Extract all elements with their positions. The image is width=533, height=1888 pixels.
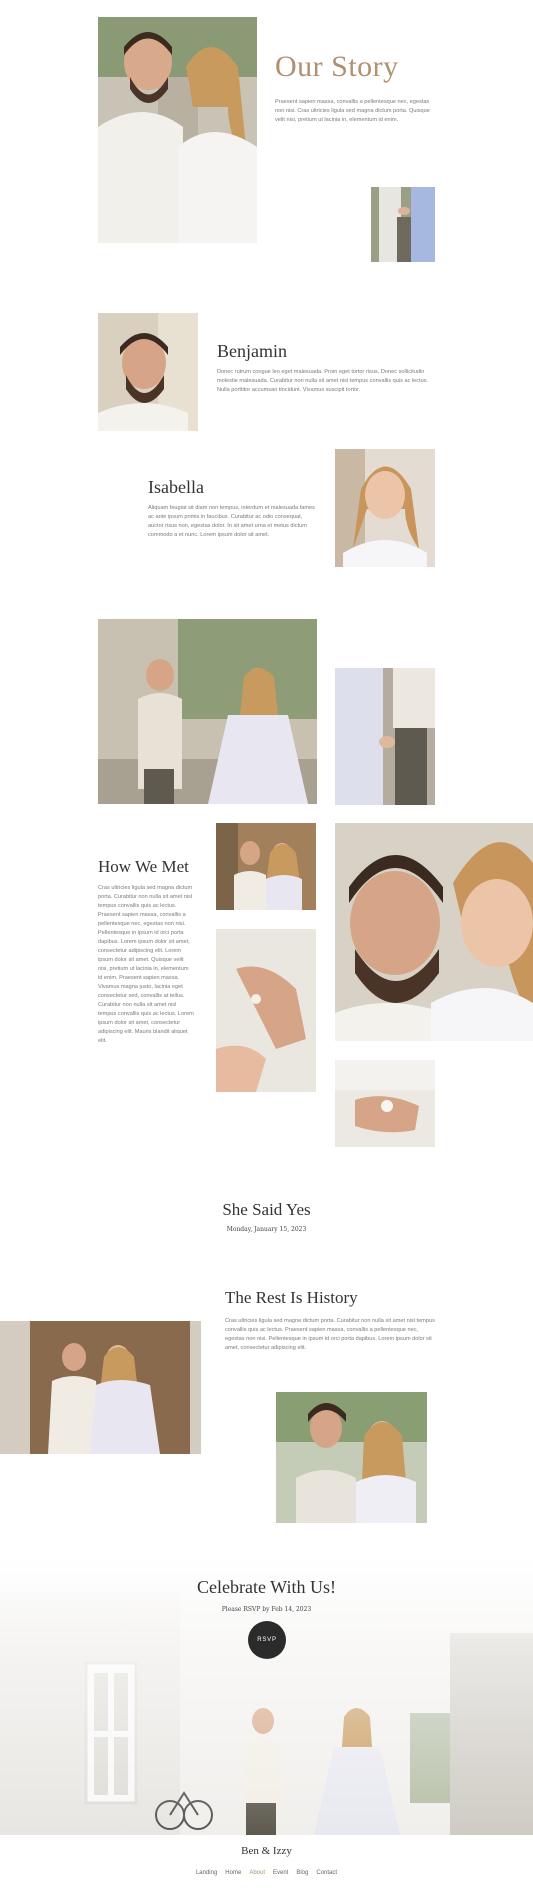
- rsvp-button-label: RSVP: [257, 1637, 277, 1643]
- our-story-title: Our Story: [275, 50, 399, 83]
- footer-nav-blog[interactable]: Blog: [296, 1870, 308, 1876]
- ring-hands-photo: [216, 929, 316, 1092]
- footer-nav-about[interactable]: About: [249, 1870, 265, 1876]
- how-we-met-title: How We Met: [98, 857, 189, 876]
- celebrate-subtitle: Please RSVP by Feb 14, 2023: [221, 1606, 312, 1613]
- footer: Ben & Izzy Landing Home About Event Blog…: [0, 1835, 533, 1888]
- footer-brand[interactable]: Ben & Izzy: [0, 1845, 533, 1857]
- flower-hands-photo: [335, 1060, 435, 1147]
- couple-closeup-photo: [335, 823, 533, 1041]
- rest-is-history-title: The Rest Is History: [225, 1288, 358, 1307]
- footer-nav-contact[interactable]: Contact: [316, 1870, 337, 1876]
- couple-smiling-photo: [216, 823, 316, 910]
- how-we-met-paragraph-2: Vivamus magna justo, lacinia eget consec…: [98, 984, 194, 1044]
- rest-is-history-text: Cras ultricies ligula sed magna dictum p…: [225, 1318, 435, 1351]
- rsvp-button[interactable]: RSVP: [248, 1621, 286, 1659]
- couple-hero-photo: [98, 17, 257, 243]
- couple-seated-photo: [0, 1321, 201, 1454]
- our-story-text: Praesent sapien massa, convallis a pelle…: [275, 99, 430, 123]
- how-we-met-paragraph-1: Cras ultricies ligula sed magna dictum p…: [98, 885, 193, 981]
- footer-nav-event[interactable]: Event: [273, 1870, 288, 1876]
- isabella-name: Isabella: [148, 477, 204, 497]
- celebrate-title: Celebrate With Us!: [197, 1577, 336, 1597]
- footer-nav-home[interactable]: Home: [225, 1870, 241, 1876]
- footer-nav: Landing Home About Event Blog Contact: [0, 1870, 533, 1876]
- benjamin-text: Donec rutrum congue leo eget malesuada. …: [217, 369, 429, 393]
- holding-hands-photo: [371, 187, 435, 262]
- couple-hands-photo: [335, 668, 435, 805]
- benjamin-photo: [98, 313, 198, 431]
- she-said-yes-date: Monday, January 15, 2023: [226, 1226, 307, 1233]
- she-said-yes-title: She Said Yes: [222, 1200, 311, 1219]
- footer-nav-landing[interactable]: Landing: [196, 1870, 217, 1876]
- benjamin-name: Benjamin: [217, 341, 287, 361]
- dancing-couple-photo: [98, 619, 317, 804]
- isabella-photo: [335, 449, 435, 567]
- couple-garden-photo: [276, 1392, 427, 1523]
- isabella-text: Aliquam feugiat sit diam non tempus, int…: [148, 505, 315, 538]
